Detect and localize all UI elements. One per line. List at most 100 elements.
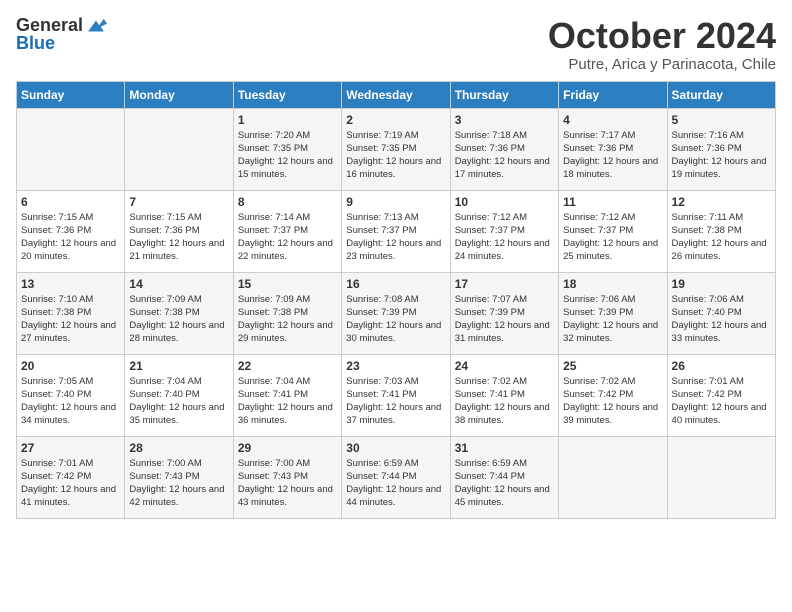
day-info: Sunrise: 7:02 AM Sunset: 7:41 PM Dayligh… <box>455 375 554 428</box>
calendar-cell <box>667 436 775 518</box>
day-info: Sunrise: 7:13 AM Sunset: 7:37 PM Dayligh… <box>346 211 445 264</box>
calendar-cell: 19 Sunrise: 7:06 AM Sunset: 7:40 PM Dayli… <box>667 272 775 354</box>
day-info: Sunrise: 7:07 AM Sunset: 7:39 PM Dayligh… <box>455 293 554 346</box>
logo-bird-icon <box>85 17 107 35</box>
day-number: 31 <box>455 441 554 455</box>
header-thursday: Thursday <box>450 81 558 108</box>
day-info: Sunrise: 7:16 AM Sunset: 7:36 PM Dayligh… <box>672 129 771 182</box>
day-info: Sunrise: 7:01 AM Sunset: 7:42 PM Dayligh… <box>672 375 771 428</box>
day-info: Sunrise: 7:05 AM Sunset: 7:40 PM Dayligh… <box>21 375 120 428</box>
calendar-cell: 4 Sunrise: 7:17 AM Sunset: 7:36 PM Daylig… <box>559 108 667 190</box>
day-number: 7 <box>129 195 228 209</box>
day-number: 2 <box>346 113 445 127</box>
calendar-cell: 5 Sunrise: 7:16 AM Sunset: 7:36 PM Daylig… <box>667 108 775 190</box>
calendar-cell: 25Sunrise: 7:02 AM Sunset: 7:42 PM Dayli… <box>559 354 667 436</box>
calendar-cell: 10 Sunrise: 7:12 AM Sunset: 7:37 PM Dayli… <box>450 190 558 272</box>
day-number: 28 <box>129 441 228 455</box>
day-info: Sunrise: 7:00 AM Sunset: 7:43 PM Dayligh… <box>238 457 337 510</box>
calendar-cell: 28 Sunrise: 7:00 AM Sunset: 7:43 PM Dayli… <box>125 436 233 518</box>
day-number: 3 <box>455 113 554 127</box>
day-number: 15 <box>238 277 337 291</box>
day-number: 20 <box>21 359 120 373</box>
day-number: 22 <box>238 359 337 373</box>
calendar-cell: 22 Sunrise: 7:04 AM Sunset: 7:41 PM Dayli… <box>233 354 341 436</box>
calendar-cell: 9 Sunrise: 7:13 AM Sunset: 7:37 PM Daylig… <box>342 190 450 272</box>
logo-blue-text: Blue <box>16 34 55 54</box>
day-info: Sunrise: 7:02 AM Sunset: 7:42 PM Dayligh… <box>563 375 662 428</box>
header-saturday: Saturday <box>667 81 775 108</box>
day-number: 18 <box>563 277 662 291</box>
day-number: 27 <box>21 441 120 455</box>
day-number: 21 <box>129 359 228 373</box>
day-number: 13 <box>21 277 120 291</box>
calendar-cell: 8 Sunrise: 7:14 AM Sunset: 7:37 PM Daylig… <box>233 190 341 272</box>
calendar-cell: 15 Sunrise: 7:09 AM Sunset: 7:38 PM Dayli… <box>233 272 341 354</box>
day-info: Sunrise: 6:59 AM Sunset: 7:44 PM Dayligh… <box>346 457 445 510</box>
calendar-cell: 11 Sunrise: 7:12 AM Sunset: 7:37 PM Dayli… <box>559 190 667 272</box>
calendar-cell: 3Sunrise: 7:18 AM Sunset: 7:36 PM Daylig… <box>450 108 558 190</box>
day-number: 24 <box>455 359 554 373</box>
page-header: General Blue October 2024 Putre, Arica y… <box>16 16 776 73</box>
day-info: Sunrise: 7:10 AM Sunset: 7:38 PM Dayligh… <box>21 293 120 346</box>
day-number: 16 <box>346 277 445 291</box>
day-number: 5 <box>672 113 771 127</box>
day-number: 17 <box>455 277 554 291</box>
day-info: Sunrise: 7:12 AM Sunset: 7:37 PM Dayligh… <box>455 211 554 264</box>
day-info: Sunrise: 7:15 AM Sunset: 7:36 PM Dayligh… <box>21 211 120 264</box>
calendar-cell: 12Sunrise: 7:11 AM Sunset: 7:38 PM Dayli… <box>667 190 775 272</box>
day-number: 11 <box>563 195 662 209</box>
day-info: Sunrise: 7:01 AM Sunset: 7:42 PM Dayligh… <box>21 457 120 510</box>
calendar-week-row: 6Sunrise: 7:15 AM Sunset: 7:36 PM Daylig… <box>17 190 776 272</box>
day-info: Sunrise: 7:11 AM Sunset: 7:38 PM Dayligh… <box>672 211 771 264</box>
calendar-cell: 2 Sunrise: 7:19 AM Sunset: 7:35 PM Daylig… <box>342 108 450 190</box>
calendar-cell: 16 Sunrise: 7:08 AM Sunset: 7:39 PM Dayli… <box>342 272 450 354</box>
day-info: Sunrise: 7:00 AM Sunset: 7:43 PM Dayligh… <box>129 457 228 510</box>
day-info: Sunrise: 7:14 AM Sunset: 7:37 PM Dayligh… <box>238 211 337 264</box>
calendar-week-row: 20 Sunrise: 7:05 AM Sunset: 7:40 PM Dayli… <box>17 354 776 436</box>
calendar-cell: 29 Sunrise: 7:00 AM Sunset: 7:43 PM Dayli… <box>233 436 341 518</box>
day-number: 4 <box>563 113 662 127</box>
day-number: 14 <box>129 277 228 291</box>
day-info: Sunrise: 7:17 AM Sunset: 7:36 PM Dayligh… <box>563 129 662 182</box>
calendar-cell <box>17 108 125 190</box>
day-info: Sunrise: 7:08 AM Sunset: 7:39 PM Dayligh… <box>346 293 445 346</box>
calendar-cell <box>559 436 667 518</box>
title-block: October 2024 Putre, Arica y Parinacota, … <box>548 16 776 73</box>
calendar-table: SundayMondayTuesdayWednesdayThursdayFrid… <box>16 81 776 519</box>
day-number: 19 <box>672 277 771 291</box>
day-number: 23 <box>346 359 445 373</box>
day-number: 8 <box>238 195 337 209</box>
day-number: 29 <box>238 441 337 455</box>
day-number: 10 <box>455 195 554 209</box>
calendar-week-row: 1Sunrise: 7:20 AM Sunset: 7:35 PM Daylig… <box>17 108 776 190</box>
calendar-week-row: 27 Sunrise: 7:01 AM Sunset: 7:42 PM Dayli… <box>17 436 776 518</box>
header-tuesday: Tuesday <box>233 81 341 108</box>
day-info: Sunrise: 7:06 AM Sunset: 7:39 PM Dayligh… <box>563 293 662 346</box>
calendar-cell: 26Sunrise: 7:01 AM Sunset: 7:42 PM Dayli… <box>667 354 775 436</box>
calendar-cell: 23 Sunrise: 7:03 AM Sunset: 7:41 PM Dayli… <box>342 354 450 436</box>
month-title: October 2024 <box>548 16 776 56</box>
day-info: Sunrise: 7:12 AM Sunset: 7:37 PM Dayligh… <box>563 211 662 264</box>
logo: General Blue <box>16 16 107 54</box>
day-number: 9 <box>346 195 445 209</box>
calendar-cell: 30Sunrise: 6:59 AM Sunset: 7:44 PM Dayli… <box>342 436 450 518</box>
calendar-cell: 27 Sunrise: 7:01 AM Sunset: 7:42 PM Dayli… <box>17 436 125 518</box>
calendar-cell: 1Sunrise: 7:20 AM Sunset: 7:35 PM Daylig… <box>233 108 341 190</box>
calendar-cell: 14Sunrise: 7:09 AM Sunset: 7:38 PM Dayli… <box>125 272 233 354</box>
calendar-cell: 31 Sunrise: 6:59 AM Sunset: 7:44 PM Dayli… <box>450 436 558 518</box>
day-info: Sunrise: 6:59 AM Sunset: 7:44 PM Dayligh… <box>455 457 554 510</box>
calendar-week-row: 13 Sunrise: 7:10 AM Sunset: 7:38 PM Dayli… <box>17 272 776 354</box>
day-info: Sunrise: 7:09 AM Sunset: 7:38 PM Dayligh… <box>238 293 337 346</box>
location-title: Putre, Arica y Parinacota, Chile <box>548 56 776 73</box>
calendar-cell: 24 Sunrise: 7:02 AM Sunset: 7:41 PM Dayli… <box>450 354 558 436</box>
day-info: Sunrise: 7:19 AM Sunset: 7:35 PM Dayligh… <box>346 129 445 182</box>
day-info: Sunrise: 7:04 AM Sunset: 7:41 PM Dayligh… <box>238 375 337 428</box>
day-info: Sunrise: 7:06 AM Sunset: 7:40 PM Dayligh… <box>672 293 771 346</box>
day-info: Sunrise: 7:15 AM Sunset: 7:36 PM Dayligh… <box>129 211 228 264</box>
day-number: 1 <box>238 113 337 127</box>
calendar-cell: 20 Sunrise: 7:05 AM Sunset: 7:40 PM Dayli… <box>17 354 125 436</box>
day-info: Sunrise: 7:03 AM Sunset: 7:41 PM Dayligh… <box>346 375 445 428</box>
day-info: Sunrise: 7:04 AM Sunset: 7:40 PM Dayligh… <box>129 375 228 428</box>
calendar-cell <box>125 108 233 190</box>
header-wednesday: Wednesday <box>342 81 450 108</box>
